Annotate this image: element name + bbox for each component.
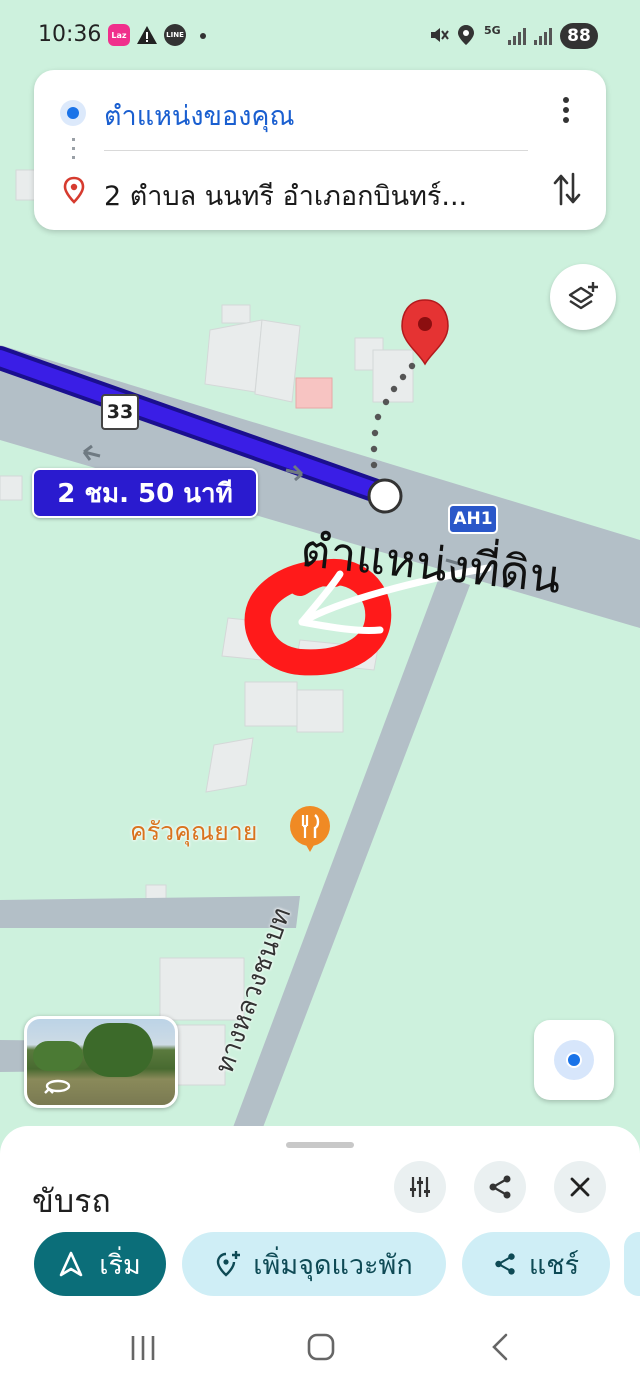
- mute-icon: [431, 28, 449, 42]
- restaurant-label[interactable]: ครัวคุณยาย: [130, 812, 257, 852]
- add-stop-button[interactable]: เพิ่มจุดแวะพัก: [182, 1232, 446, 1296]
- share-chip-label: แชร์: [528, 1249, 580, 1281]
- share-icon: [489, 1175, 511, 1199]
- layers-icon: [568, 282, 598, 310]
- highway-33-label: 33: [106, 401, 134, 423]
- street-view-thumbnail[interactable]: [24, 1016, 178, 1108]
- route-connector-dots: [72, 138, 75, 164]
- route-card: ตำแหน่งของคุณ 2 ตำบล นนทรี อำเภอกบินทร์.…: [34, 70, 606, 230]
- home-icon[interactable]: [306, 1332, 336, 1362]
- destination-marker-icon: [63, 176, 85, 204]
- field-divider: [104, 150, 528, 151]
- start-navigation-button[interactable]: เริ่ม: [34, 1232, 166, 1296]
- add-location-icon: [217, 1251, 241, 1277]
- battery-indicator: 88: [560, 23, 598, 49]
- sheet-drag-handle[interactable]: [286, 1142, 354, 1148]
- lazada-badge-text: Laz: [111, 30, 127, 40]
- route-options-button[interactable]: [394, 1161, 446, 1213]
- close-icon: [570, 1177, 590, 1197]
- share-chip-button[interactable]: แชร์: [462, 1232, 610, 1296]
- my-location-icon: [554, 1040, 594, 1080]
- my-location-button[interactable]: [534, 1020, 614, 1100]
- destination-field[interactable]: 2 ตำบล นนทรี อำเภอกบินทร์...: [104, 174, 534, 217]
- route-time-label: 2 ชม. 50 นาที: [57, 478, 233, 509]
- status-time: 10:36: [38, 22, 102, 47]
- swap-directions-icon[interactable]: [552, 170, 582, 208]
- street-view-rotate-icon: [44, 1079, 71, 1094]
- share-route-button[interactable]: [474, 1161, 526, 1213]
- recent-apps-icon[interactable]: [128, 1334, 158, 1362]
- status-bar: 10:36 Laz LINE 5G 88: [0, 0, 640, 72]
- more-chip-partial[interactable]: [624, 1232, 640, 1296]
- network-type-label: 5G: [484, 24, 501, 37]
- more-options-icon[interactable]: [556, 94, 576, 126]
- add-stop-label: เพิ่มจุดแวะพัก: [253, 1249, 413, 1281]
- close-directions-button[interactable]: [554, 1161, 606, 1213]
- notification-dot-icon: [200, 33, 206, 39]
- line-badge-text: LINE: [166, 31, 184, 39]
- signal-icon-2: [534, 28, 552, 45]
- start-label: เริ่ม: [99, 1249, 141, 1281]
- tree-shape: [83, 1023, 153, 1077]
- origin-field[interactable]: ตำแหน่งของคุณ: [104, 94, 295, 137]
- tree-shape-2: [33, 1041, 83, 1071]
- route-time-badge[interactable]: 2 ชม. 50 นาที: [32, 468, 258, 518]
- location-status-icon: [458, 25, 474, 45]
- warning-icon: [137, 26, 157, 44]
- share-chip-icon: [495, 1253, 515, 1275]
- highway-shield-33: 33: [101, 394, 139, 430]
- tune-icon: [410, 1177, 430, 1197]
- layers-button[interactable]: [550, 264, 616, 330]
- navigation-arrow-icon: [59, 1251, 83, 1277]
- signal-icon-1: [508, 28, 526, 45]
- back-icon[interactable]: [488, 1332, 512, 1362]
- highlighted-building: [295, 377, 333, 409]
- route-endpoint: [367, 478, 403, 514]
- system-navigation-bar: [0, 1310, 640, 1387]
- lazada-icon: Laz: [108, 24, 130, 46]
- origin-dot-icon: [60, 100, 86, 126]
- line-app-icon: LINE: [164, 24, 186, 46]
- travel-mode-title: ขับรถ: [32, 1182, 111, 1220]
- battery-level: 88: [567, 26, 591, 46]
